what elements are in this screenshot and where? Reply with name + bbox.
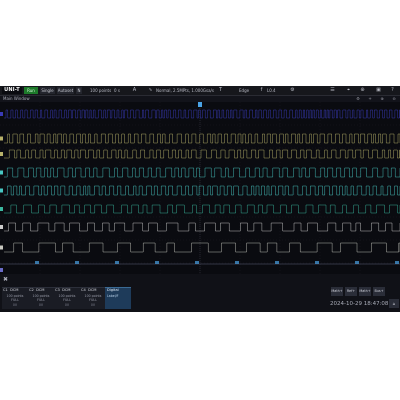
channel-c4-box[interactable]: C4 DCM 100 points FULL 0V <box>80 287 106 309</box>
trigger-icon: T <box>218 87 223 93</box>
run-stop-button[interactable]: Run <box>24 87 38 94</box>
sample-info[interactable]: Normal, 2.5MPts, 1.000Gsa/s <box>156 87 214 94</box>
decode-marker <box>195 261 199 264</box>
help-icon[interactable]: ? <box>389 87 396 94</box>
settings-icon[interactable]: ⚙ <box>289 87 296 94</box>
cursor-icon[interactable]: ⌖ <box>345 87 352 94</box>
channel-c1-offset: 0V <box>12 303 18 307</box>
digital-label: Digital <box>107 288 119 292</box>
bus-button[interactable]: Bus+ <box>373 287 385 296</box>
zoom-icon[interactable]: ⊕ <box>359 87 366 94</box>
fullscreen-icon[interactable]: ▣ <box>375 87 382 94</box>
trace-marker-3 <box>0 170 3 175</box>
channel-c1-mode: FULL <box>11 298 19 302</box>
decode-marker <box>155 261 159 264</box>
trigger-level[interactable]: L0.4 <box>267 87 276 94</box>
digital-sub-label: Label/F <box>107 294 119 298</box>
decode-marker <box>355 261 359 264</box>
home-button[interactable]: ⌂ <box>389 299 399 308</box>
channel-c2-offset: 0V <box>38 303 44 307</box>
bottom-panel: ✖ C1 DCM 100 points FULL 0V C2 DCM 100 p… <box>0 274 400 312</box>
digital-trace-6 <box>4 222 400 232</box>
ref-button[interactable]: Ref+ <box>345 287 357 296</box>
trace-marker-5 <box>0 207 3 211</box>
date-time: 2024-10-29 18:47:08 <box>330 301 389 307</box>
trigger-source-icon[interactable]: f <box>258 87 265 94</box>
trace-marker-4 <box>0 188 3 193</box>
channel-c2-header: C2 DCM <box>29 288 45 292</box>
math2-button[interactable]: Math+ <box>359 287 371 296</box>
digital-channel-box[interactable]: Digital Label/F <box>105 287 131 309</box>
trace-marker-7 <box>0 245 3 250</box>
trace-marker-2 <box>0 152 3 156</box>
trace-marker-1 <box>0 136 3 141</box>
waveform-display[interactable] <box>0 102 400 288</box>
oscilloscope-screen: UNI-T Run Single Autoset N 100 points 0 … <box>0 86 400 312</box>
digital-trace-2 <box>4 149 400 159</box>
trace-marker-6 <box>0 225 3 229</box>
math-button[interactable]: Math+ <box>331 287 343 296</box>
channel-c1-header: C1 DCM <box>3 288 19 292</box>
menu-icon[interactable]: ☰ <box>329 87 336 94</box>
channel-c3-box[interactable]: C3 DCM 100 points FULL 0V <box>54 287 80 309</box>
single-button[interactable]: Single <box>40 87 55 94</box>
decode-marker <box>115 261 119 264</box>
acquire-icon[interactable]: A <box>131 87 138 94</box>
channel-c2-box[interactable]: C2 DCM 100 points FULL 0V <box>28 287 54 309</box>
decode-marker <box>275 261 279 264</box>
close-x-icon[interactable]: ✖ <box>2 276 9 283</box>
decode-marker <box>75 261 79 264</box>
digital-trace-5 <box>4 204 400 214</box>
channel-c3-offset: 0V <box>64 303 70 307</box>
channel-c4-header: C4 DCM <box>81 288 97 292</box>
channel-c4-mode: FULL <box>89 298 97 302</box>
digital-trace-1 <box>4 133 400 144</box>
channel-c3-mode: FULL <box>63 298 71 302</box>
trace-marker-0 <box>0 112 3 116</box>
channel-c4-offset: 0V <box>90 303 96 307</box>
digital-trace-3 <box>4 167 400 178</box>
channel-c2-mode: FULL <box>37 298 45 302</box>
baseline-marker <box>0 268 3 272</box>
autoset-button[interactable]: Autoset <box>57 87 74 94</box>
record-length[interactable]: 100 points <box>90 87 111 94</box>
decode-marker <box>235 261 239 264</box>
decode-marker <box>315 261 319 264</box>
timebase-value[interactable]: 0 s <box>114 87 120 94</box>
digital-trace-4 <box>4 185 400 196</box>
channel-c1-box[interactable]: C1 DCM 100 points FULL 0V <box>2 287 28 309</box>
brand-logo: UNI-T <box>2 87 22 94</box>
channel-c3-header: C3 DCM <box>55 288 71 292</box>
digital-trace-7 <box>4 242 400 253</box>
decode-marker <box>35 261 39 264</box>
waveform-icon: ∿ <box>148 87 153 93</box>
digital-trace-0 <box>4 109 400 119</box>
decode-marker <box>395 261 399 264</box>
trigger-type[interactable]: Edge <box>239 87 249 94</box>
trigger-position-marker <box>198 102 202 107</box>
mode-button[interactable]: N <box>76 87 82 94</box>
top-toolbar: UNI-T Run Single Autoset N 100 points 0 … <box>0 86 400 96</box>
